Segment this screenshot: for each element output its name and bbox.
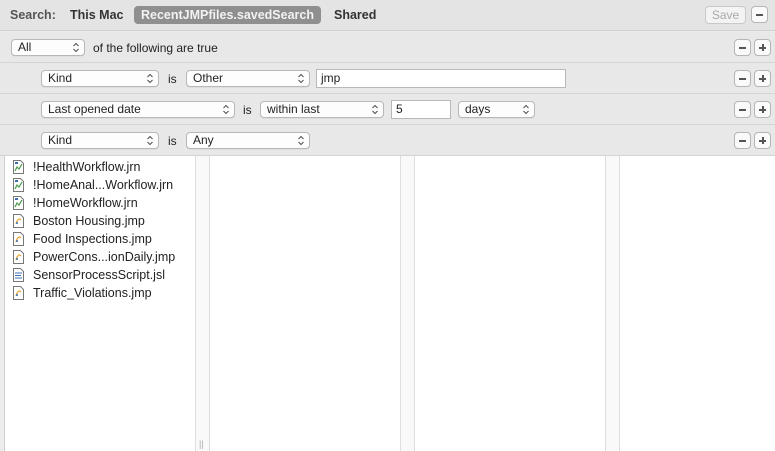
jmp-file-icon — [13, 250, 24, 264]
file-item[interactable]: SensorProcessScript.jsl — [11, 266, 175, 284]
jsl-file-icon — [13, 268, 24, 282]
column-gap — [401, 156, 415, 451]
match-description: of the following are true — [93, 41, 218, 55]
updown-chevron-icon — [147, 73, 153, 84]
updown-chevron-icon — [298, 73, 304, 84]
file-name: Food Inspections.jmp — [33, 232, 152, 246]
criteria-row-kind-any: Kind is Any — [0, 125, 775, 156]
add-criteria-button[interactable] — [754, 39, 771, 56]
is-label: is — [243, 103, 252, 117]
add-criteria-button[interactable] — [754, 132, 771, 149]
is-label: is — [168, 134, 177, 148]
updown-chevron-icon — [523, 104, 529, 115]
column-divider[interactable] — [605, 156, 606, 451]
attribute-popup[interactable]: Kind — [41, 132, 159, 149]
attribute-value: Last opened date — [48, 102, 141, 116]
criteria-row-kind: Kind is Other jmp — [0, 63, 775, 94]
file-name: Boston Housing.jmp — [33, 214, 145, 228]
updown-chevron-icon — [298, 135, 304, 146]
column-divider[interactable] — [414, 156, 415, 451]
match-selector-popup[interactable]: All — [11, 39, 85, 56]
remove-criteria-button[interactable] — [734, 101, 751, 118]
add-criteria-button[interactable] — [754, 101, 771, 118]
remove-criteria-group-button[interactable] — [734, 39, 751, 56]
kind-value-field[interactable]: jmp — [316, 69, 566, 88]
criteria-row-last-opened: Last opened date is within last 5 days — [0, 94, 775, 125]
is-label: is — [168, 72, 177, 86]
remove-criteria-button[interactable] — [734, 132, 751, 149]
jmp-file-icon — [13, 286, 24, 300]
attribute-value: Kind — [48, 71, 73, 85]
updown-chevron-icon — [73, 42, 79, 53]
updown-chevron-icon — [223, 104, 229, 115]
operator-value: Other — [193, 71, 224, 85]
operator-popup[interactable]: within last — [260, 101, 384, 118]
scope-saved-search[interactable]: RecentJMPfiles.savedSearch — [134, 6, 322, 24]
save-button[interactable]: Save — [705, 6, 746, 24]
attribute-value: Kind — [48, 133, 73, 147]
search-scope-bar: Search: This Mac RecentJMPfiles.savedSea… — [0, 0, 775, 31]
operator-popup[interactable]: Other — [186, 70, 310, 87]
column-resize-grip-icon[interactable]: || — [199, 439, 204, 449]
file-item[interactable]: PowerCons...ionDaily.jmp — [11, 248, 175, 266]
file-item[interactable]: !HomeAnal...Workflow.jrn — [11, 176, 175, 194]
unit-value: days — [465, 102, 491, 116]
file-name: !HomeAnal...Workflow.jrn — [33, 178, 174, 192]
file-item[interactable]: !HomeWorkflow.jrn — [11, 194, 175, 212]
file-item[interactable]: Traffic_Violations.jmp — [11, 284, 175, 302]
column-divider[interactable] — [619, 156, 620, 451]
results-column-browser: !HealthWorkflow.jrn !HomeAnal...Workflow… — [4, 156, 775, 451]
criteria-match-row: All of the following are true — [0, 32, 775, 63]
jmp-file-icon — [13, 214, 24, 228]
file-name: !HomeWorkflow.jrn — [33, 196, 138, 210]
operator-value: within last — [267, 102, 320, 116]
jrn-file-icon — [13, 178, 24, 192]
operator-popup[interactable]: Any — [186, 132, 310, 149]
file-name: PowerCons...ionDaily.jmp — [33, 250, 176, 264]
jrn-file-icon — [13, 160, 24, 174]
file-name: Traffic_Violations.jmp — [33, 286, 152, 300]
file-item[interactable]: !HealthWorkflow.jrn — [11, 158, 175, 176]
number-value-field[interactable]: 5 — [391, 100, 451, 119]
file-list: !HealthWorkflow.jrn !HomeAnal...Workflow… — [11, 158, 175, 302]
column-gap — [196, 156, 210, 451]
remove-criteria-button[interactable] — [734, 70, 751, 87]
updown-chevron-icon — [372, 104, 378, 115]
column-divider[interactable] — [209, 156, 210, 451]
file-item[interactable]: Food Inspections.jmp — [11, 230, 175, 248]
match-selector-value: All — [18, 40, 32, 54]
updown-chevron-icon — [147, 135, 153, 146]
scope-shared[interactable]: Shared — [334, 6, 376, 24]
column-divider[interactable] — [195, 156, 196, 451]
remove-search-bar-button[interactable] — [751, 6, 768, 23]
attribute-popup[interactable]: Last opened date — [41, 101, 235, 118]
add-criteria-button[interactable] — [754, 70, 771, 87]
search-label: Search: — [10, 8, 56, 22]
operator-value: Any — [193, 133, 214, 147]
file-item[interactable]: Boston Housing.jmp — [11, 212, 175, 230]
column-divider[interactable] — [400, 156, 401, 451]
unit-popup[interactable]: days — [458, 101, 535, 118]
scope-this-mac[interactable]: This Mac — [70, 6, 124, 24]
jrn-file-icon — [13, 196, 24, 210]
attribute-popup[interactable]: Kind — [41, 70, 159, 87]
jmp-file-icon — [13, 232, 24, 246]
file-name: !HealthWorkflow.jrn — [33, 160, 141, 174]
column-gap — [606, 156, 620, 451]
file-name: SensorProcessScript.jsl — [33, 268, 165, 282]
